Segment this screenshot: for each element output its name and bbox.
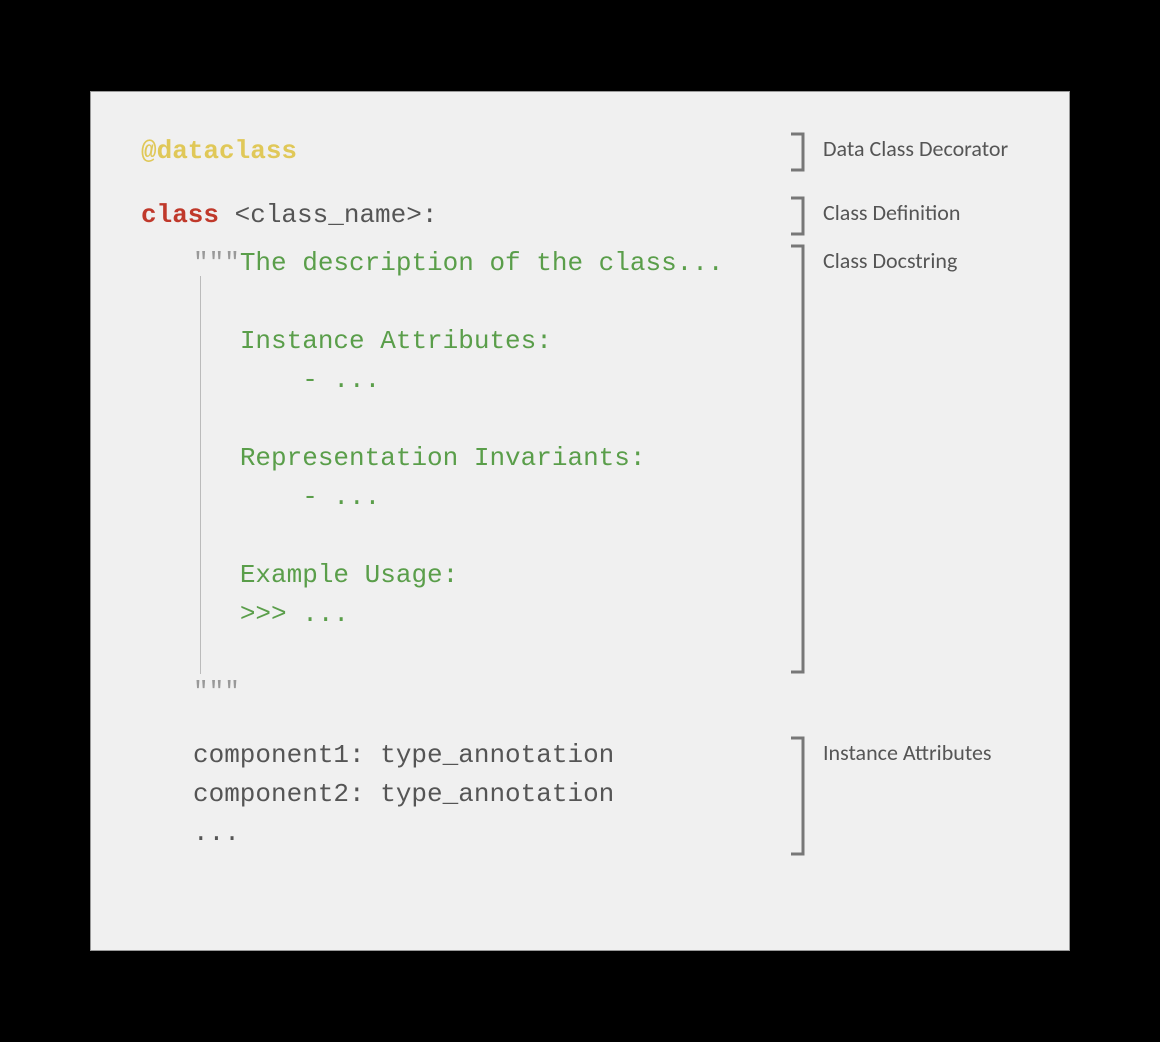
row-decorator: @dataclass Data Class Decorator [141,132,1039,172]
code-area: @dataclass Data Class Decorator class <c… [141,132,1039,856]
docstring-body: """The description of the class... Insta… [193,244,781,712]
row-definition: class <class_name>: Class Definition [141,196,1039,236]
row-docstring: """The description of the class... Insta… [141,244,1039,712]
bracket-definition [789,196,807,236]
label-decorator: Data Class Decorator [823,132,1008,165]
class-name: <class_name>: [219,200,437,230]
bracket-docstring [789,244,807,674]
docstring-guide-line [200,276,201,674]
row-attributes: component1: type_annotation component2: … [141,736,1039,856]
attributes-body: component1: type_annotation component2: … [193,736,781,853]
label-docstring: Class Docstring [823,244,957,277]
class-keyword: class [141,200,219,230]
decorator-text: @dataclass [141,136,297,166]
label-attributes: Instance Attributes [823,736,992,769]
bracket-decorator [789,132,807,172]
bracket-attributes [789,736,807,856]
label-definition: Class Definition [823,196,960,229]
diagram-panel: @dataclass Data Class Decorator class <c… [90,91,1070,951]
